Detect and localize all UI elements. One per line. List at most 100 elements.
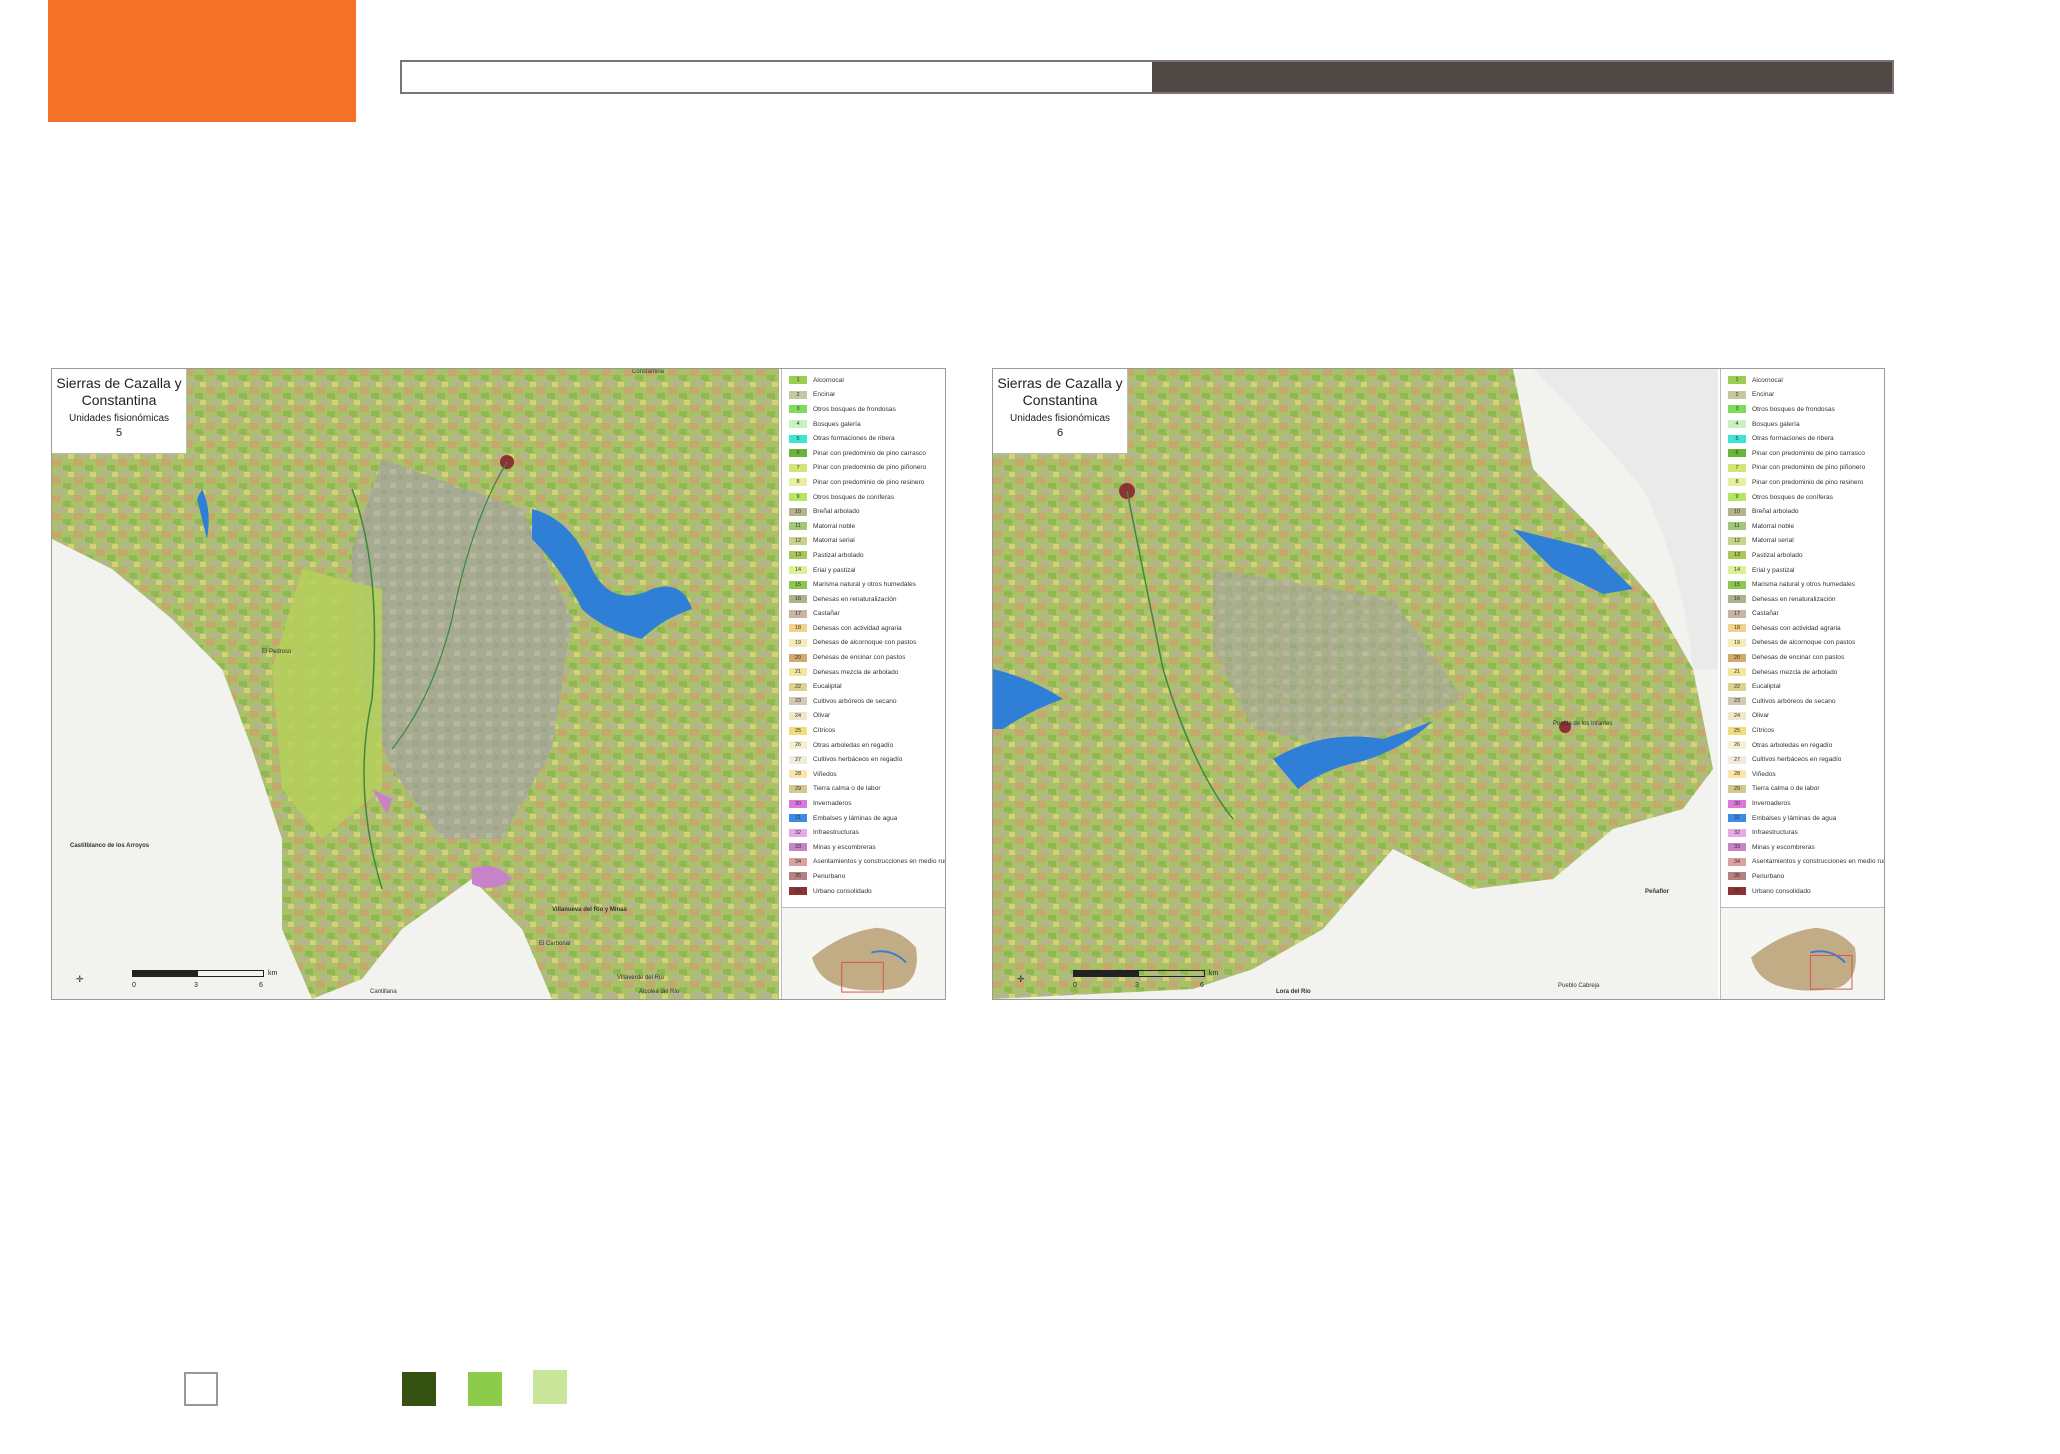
- legend-item: 35 Periurbano: [782, 869, 945, 884]
- legend-swatch: 14: [1728, 566, 1746, 575]
- map-subtitle: Unidades fisionómicas: [1009, 413, 1111, 424]
- legend-item: 32 Infraestructuras: [782, 825, 945, 840]
- legend-swatch: 13: [1728, 551, 1746, 560]
- legend-item: 27 Cultivos herbáceos en regadío: [1721, 752, 1884, 767]
- legend-item: 33 Minas y escombreras: [782, 840, 945, 855]
- legend-item: 6 Pinar con predominio de pino carrasco: [1721, 446, 1884, 461]
- legend-swatch: 21: [1728, 668, 1746, 677]
- legend-label: Matorral noble: [1752, 522, 1795, 530]
- legend-label: Invernaderos: [813, 800, 852, 808]
- legend-swatch: 6: [1728, 449, 1746, 458]
- legend-label: Tierra calma o de labor: [813, 785, 881, 793]
- legend-item: 36 Urbano consolidado: [1721, 884, 1884, 899]
- legend-label: Otras formaciones de ribera: [813, 435, 895, 443]
- legend-item: 24 Olivar: [782, 709, 945, 724]
- map-title: Sierras de Cazalla y Constantina: [56, 375, 182, 408]
- legend-swatch: 4: [789, 420, 807, 429]
- map-subtitle: Unidades fisionómicas: [68, 413, 170, 424]
- legend-swatch: 2: [1728, 390, 1746, 399]
- legend-item: 11 Matorral noble: [782, 519, 945, 534]
- legend-label: Pinar con predominio de pino piñonero: [813, 464, 927, 472]
- legend-swatch: 9: [789, 493, 807, 502]
- inset-locator-map: [781, 907, 945, 999]
- place-label: Constantina: [632, 369, 665, 375]
- north-arrow-icon: ✛: [76, 974, 84, 984]
- legend-item: 5 Otras formaciones de ribera: [1721, 431, 1884, 446]
- legend-swatch: 24: [1728, 711, 1746, 720]
- legend-label: Viñedos: [1752, 770, 1776, 778]
- legend-swatch: 5: [1728, 434, 1746, 443]
- legend-swatch: 17: [789, 609, 807, 618]
- legend-swatch: 26: [789, 741, 807, 750]
- legend-label: Asentamientos y construcciones en medio …: [1752, 858, 1884, 866]
- legend-label: Olivar: [1752, 712, 1770, 720]
- scale-label-mid: 3: [1135, 982, 1139, 989]
- legend-label: Infraestructuras: [1752, 829, 1798, 837]
- legend-item: 14 Erial y pastizal: [1721, 563, 1884, 578]
- legend-item: 16 Dehesas en renaturalización: [1721, 592, 1884, 607]
- legend-label: Marisma natural y otros humedales: [813, 581, 916, 589]
- legend-label: Matorral serial: [1752, 537, 1794, 545]
- swatch-dark-green: [402, 1372, 436, 1406]
- map-title-box: Sierras de Cazalla y Constantina Unidade…: [52, 369, 187, 454]
- legend-swatch: 29: [789, 784, 807, 793]
- legend-swatch: 23: [789, 697, 807, 706]
- legend-item: 17 Castañar: [782, 607, 945, 622]
- legend-swatch: 28: [1728, 770, 1746, 779]
- inset-locator-map: [1720, 907, 1884, 999]
- legend-swatch: 7: [1728, 463, 1746, 472]
- legend-swatch: 22: [789, 682, 807, 691]
- legend-item: 9 Otros bosques de coníferas: [782, 490, 945, 505]
- legend-item: 7 Pinar con predominio de pino piñonero: [782, 461, 945, 476]
- legend-swatch: 19: [1728, 638, 1746, 647]
- scale-bar: [1073, 970, 1205, 977]
- legend-item: 10 Breñal arbolado: [782, 504, 945, 519]
- legend-swatch: 4: [1728, 420, 1746, 429]
- scale-label-zero: 0: [1073, 982, 1077, 989]
- legend-item: 28 Viñedos: [782, 767, 945, 782]
- legend-swatch: 10: [789, 507, 807, 516]
- legend-label: Otras arboledas en regadío: [813, 741, 894, 749]
- legend-label: Otras arboledas en regadío: [1752, 741, 1833, 749]
- legend-item: 3 Otros bosques de frondosas: [782, 402, 945, 417]
- legend-label: Periurbano: [813, 872, 846, 880]
- legend-item: 2 Encinar: [782, 388, 945, 403]
- legend-label: Breñal arbolado: [813, 508, 860, 516]
- legend-item: 8 Pinar con predominio de pino resinero: [1721, 475, 1884, 490]
- place-label: Peñaflor: [1645, 889, 1670, 895]
- legend-label: Pastizal arbolado: [813, 551, 864, 559]
- legend-swatch: 36: [789, 887, 807, 896]
- map-image-5[interactable]: Constantina Villanueva del Río y Minas C…: [52, 369, 779, 999]
- place-label: El Pedroso: [262, 649, 292, 655]
- legend-label: Dehesas de encinar con pastos: [1752, 654, 1845, 662]
- legend-label: Otros bosques de frondosas: [1752, 405, 1835, 413]
- legend-item: 1 Alcornocal: [782, 373, 945, 388]
- map-image-6[interactable]: Puebla de los Infantes Lora del Río Peña…: [993, 369, 1718, 999]
- map-panel-5: Constantina Villanueva del Río y Minas C…: [51, 368, 946, 1000]
- legend-swatch: 33: [1728, 843, 1746, 852]
- legend-swatch: 16: [789, 595, 807, 604]
- swatch-mid-green: [468, 1372, 502, 1406]
- legend-swatch: 35: [1728, 872, 1746, 881]
- legend-item: 11 Matorral noble: [1721, 519, 1884, 534]
- legend-label: Otros bosques de coníferas: [1752, 493, 1834, 501]
- legend-label: Erial y pastizal: [813, 566, 856, 574]
- legend-item: 23 Cultivos arbóreos de secano: [782, 694, 945, 709]
- legend-swatch: 20: [1728, 653, 1746, 662]
- legend-swatch: 12: [1728, 536, 1746, 545]
- legend-swatch: 34: [789, 857, 807, 866]
- legend-label: Dehesas de alcornoque con pastos: [1752, 639, 1856, 647]
- legend-label: Erial y pastizal: [1752, 566, 1795, 574]
- legend-swatch: 13: [789, 551, 807, 560]
- legend-label: Bosques galería: [1752, 420, 1800, 428]
- header-bar-light-segment: [402, 62, 1152, 92]
- legend-item: 17 Castañar: [1721, 607, 1884, 622]
- legend-swatch: 8: [1728, 478, 1746, 487]
- scale-label-end: 6: [259, 982, 263, 989]
- legend-swatch: 31: [789, 814, 807, 823]
- legend-swatch: 28: [789, 770, 807, 779]
- legend-item: 18 Dehesas con actividad agraria: [782, 621, 945, 636]
- place-label: Lora del Río: [1276, 989, 1311, 995]
- legend-item: 33 Minas y escombreras: [1721, 840, 1884, 855]
- legend-swatch: 24: [789, 711, 807, 720]
